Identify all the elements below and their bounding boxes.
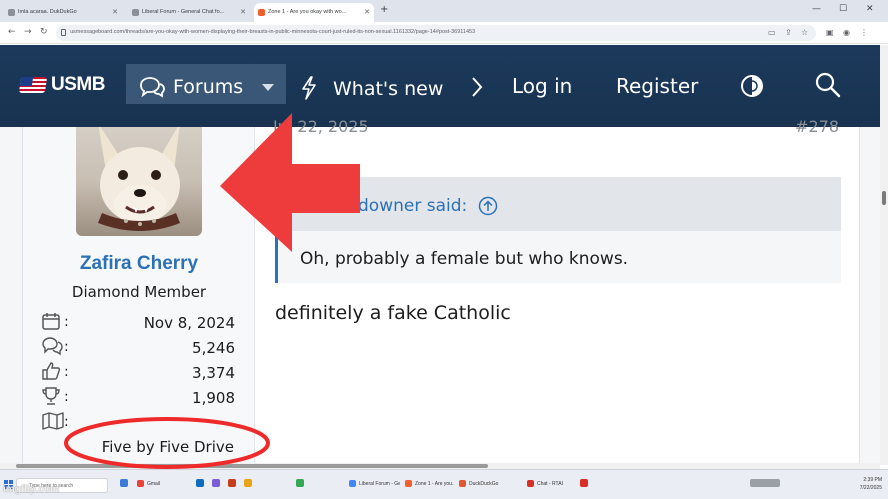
tab-favicon-icon — [8, 9, 15, 16]
share-icon[interactable]: ⇪ — [785, 28, 792, 37]
outlook-icon[interactable] — [196, 479, 204, 487]
post-message: definitely a fake Catholic — [275, 302, 511, 324]
forums-icon — [140, 77, 165, 98]
reload-icon[interactable]: ↻ — [40, 27, 48, 37]
arrow-up-circle-icon[interactable] — [478, 196, 498, 216]
watermark: imgflip.com — [3, 484, 60, 495]
logo-text: USMB — [51, 74, 105, 95]
user-title: Diamond Member — [71, 283, 207, 301]
stat-reactions: : 3,374 — [41, 361, 235, 383]
tab-close-icon[interactable]: ✕ — [240, 8, 246, 16]
system-tray-icons[interactable] — [750, 479, 780, 487]
chrome-icon[interactable] — [296, 479, 304, 487]
location-value: Five by Five Drive — [101, 438, 234, 456]
messages-icon — [42, 337, 63, 356]
username[interactable]: Zafira Cherry — [23, 253, 255, 275]
menu-icon[interactable]: ⋮ — [860, 28, 868, 37]
quote-header: debbiedowner said: — [278, 177, 841, 231]
nav-whats-new[interactable]: What's new — [300, 76, 443, 100]
stat-location: : — [41, 411, 235, 433]
tab-favicon-icon — [258, 9, 265, 16]
teams-icon[interactable] — [212, 479, 220, 487]
nav-forums[interactable]: Forums — [126, 64, 286, 104]
nav-whats-new-label: What's new — [333, 78, 444, 100]
file-explorer-icon[interactable] — [244, 479, 252, 487]
minimize-button[interactable]: — — [812, 4, 821, 14]
taskbar-app[interactable]: Chat - RTAI — [526, 477, 570, 491]
theme-toggle-icon[interactable] — [740, 74, 764, 98]
taskbar-app[interactable]: Zone 1 - Are you... — [404, 477, 454, 491]
tab-title: Zone 1 - Are you okay with wo... — [268, 9, 347, 15]
register-link[interactable]: Register — [616, 74, 698, 98]
back-icon[interactable]: ← — [8, 27, 16, 37]
site-logo[interactable]: USMB — [18, 73, 105, 97]
trophy-icon — [42, 387, 60, 405]
browser-tab[interactable]: Imla acaraa. DukDukGo ✕ — [4, 3, 122, 22]
stat-value: Nov 8, 2024 — [143, 314, 235, 332]
screenshot-root: Imla acaraa. DukDukGo ✕ Liberal Forum - … — [0, 0, 888, 499]
vertical-scrollbar[interactable] — [880, 45, 888, 465]
browser-toolbar: ← → ↻ usmessageboard.com/threads/are-you… — [0, 22, 888, 44]
lightning-icon — [302, 76, 316, 100]
stat-value: 3,374 — [192, 364, 235, 382]
screen-cast-icon[interactable]: ▭ — [768, 28, 776, 37]
taskbar-app[interactable]: Liberal Forum - Ge... — [348, 477, 400, 491]
tab-close-icon[interactable]: ✕ — [364, 8, 370, 16]
stat-value: 5,246 — [192, 339, 235, 357]
address-url[interactable]: usmessageboard.com/threads/are-you-okay-… — [70, 29, 650, 35]
scrollbar-thumb[interactable] — [16, 464, 488, 468]
post: Zafira Cherry Diamond Member : Nov 8, 20… — [22, 117, 860, 467]
stat-points: : 1,908 — [41, 386, 235, 408]
app-icon[interactable] — [580, 479, 588, 487]
flag-icon — [18, 77, 48, 93]
browser-tab-active[interactable]: Zone 1 - Are you okay with wo... ✕ — [254, 3, 374, 22]
address-bar[interactable]: usmessageboard.com/threads/are-you-okay-… — [56, 25, 816, 41]
site-header: USMB Forums What's new Log in Register — [0, 45, 888, 127]
quote-author[interactable]: debbiedowner said: — [300, 196, 467, 216]
quote-block: debbiedowner said: Oh, probably a female… — [275, 177, 841, 283]
clock-time: 2:39 PM — [863, 477, 882, 483]
taskbar-clock[interactable]: 2:39 PM 7/22/2025 — [842, 476, 882, 492]
map-icon — [42, 412, 64, 430]
browser-tab[interactable]: Liberal Forum - General Chat fo... ✕ — [128, 3, 250, 22]
new-tab-button[interactable]: + — [380, 4, 388, 15]
search-icon[interactable] — [815, 72, 841, 98]
forward-icon[interactable]: → — [24, 27, 32, 37]
stat-messages: : 5,246 — [41, 336, 235, 358]
side-panel-icon[interactable]: ▣ — [826, 28, 834, 37]
thumbs-up-icon — [42, 362, 61, 380]
nav-forums-label: Forums — [173, 76, 244, 98]
bookmark-star-icon[interactable]: ☆ — [801, 28, 808, 37]
stat-joined: : Nov 8, 2024 — [41, 311, 235, 333]
post-user-column: Zafira Cherry Diamond Member : Nov 8, 20… — [23, 127, 255, 467]
taskbar-app[interactable]: DuckDuckGo — [458, 477, 508, 491]
tab-title: Liberal Forum - General Chat fo... — [142, 9, 225, 15]
powerpoint-icon[interactable] — [228, 479, 236, 487]
window-close-button[interactable]: ✕ — [866, 4, 874, 14]
site-info-icon[interactable] — [61, 29, 66, 36]
clock-date: 7/22/2025 — [859, 485, 882, 491]
profile-icon[interactable]: ◉ — [843, 28, 850, 37]
thread-content: Zafira Cherry Diamond Member : Nov 8, 20… — [0, 117, 880, 467]
tab-close-icon[interactable]: ✕ — [112, 8, 118, 16]
chevron-down-icon[interactable] — [262, 84, 274, 92]
task-view-icon[interactable] — [120, 479, 128, 487]
calendar-icon — [42, 313, 60, 330]
quote-body: Oh, probably a female but who knows. — [300, 249, 629, 269]
browser-tab-bar: Imla acaraa. DukDukGo ✕ Liberal Forum - … — [0, 0, 888, 22]
dog-avatar-image — [98, 127, 180, 231]
nav-scroll-right-icon[interactable] — [470, 75, 484, 99]
taskbar-app[interactable]: Gmail — [136, 477, 184, 491]
stat-value: 1,908 — [192, 389, 235, 407]
avatar[interactable] — [76, 127, 202, 236]
post-number[interactable]: #278 — [795, 117, 839, 136]
maximize-button[interactable]: ☐ — [839, 4, 847, 14]
tab-title: Imla acaraa. DukDukGo — [18, 9, 77, 15]
post-date[interactable]: Jul 22, 2025 — [273, 117, 369, 136]
login-link[interactable]: Log in — [512, 74, 572, 98]
tab-favicon-icon — [132, 9, 139, 16]
scrollbar-thumb[interactable] — [882, 191, 886, 205]
windows-taskbar: Type here to search Gmail Liberal Forum … — [0, 469, 888, 499]
